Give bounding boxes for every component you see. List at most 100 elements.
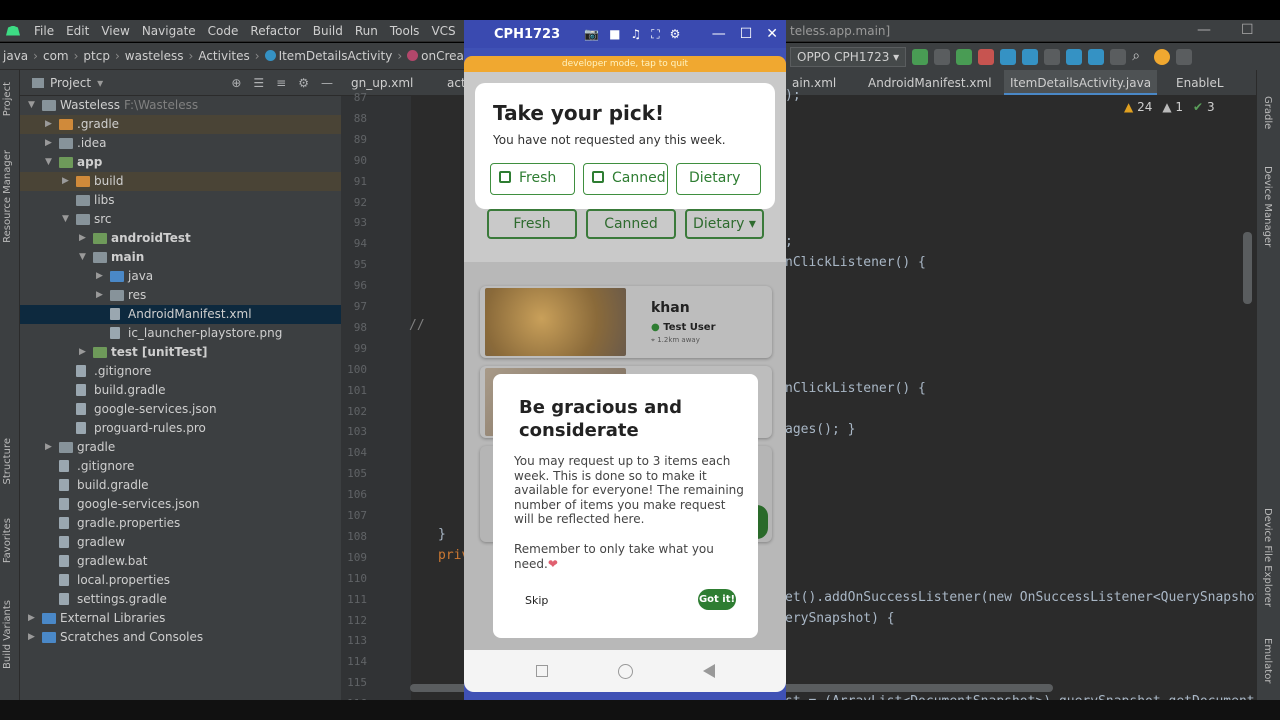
phone-close-icon[interactable]: ✕ bbox=[766, 26, 778, 42]
update-icon[interactable] bbox=[1154, 48, 1171, 65]
tool-window-build-variants[interactable]: Build Variants bbox=[2, 600, 13, 669]
back-icon[interactable] bbox=[702, 664, 715, 678]
editor-tab[interactable]: ItemDetailsActivity.java bbox=[1004, 70, 1158, 95]
tree-item[interactable]: ▶ External Libraries bbox=[20, 609, 341, 628]
chevron-right-icon[interactable]: ▶ bbox=[62, 172, 72, 191]
tree-item[interactable]: ▶ gradle bbox=[20, 438, 341, 457]
account-icon[interactable] bbox=[1176, 48, 1193, 65]
home-icon[interactable] bbox=[617, 663, 633, 679]
chevron-right-icon[interactable]: ▶ bbox=[96, 267, 106, 286]
debug-icon[interactable] bbox=[956, 48, 973, 65]
tree-item[interactable]: ▼ main bbox=[20, 248, 341, 267]
skip-button[interactable]: Skip bbox=[525, 594, 548, 607]
tree-item[interactable]: ▼ src bbox=[20, 210, 341, 229]
chevron-right-icon[interactable]: ▶ bbox=[45, 115, 55, 134]
tree-item[interactable]: ▶ Scratches and Consoles bbox=[20, 628, 341, 647]
tree-item[interactable]: ▶ build bbox=[20, 172, 341, 191]
tree-item[interactable]: ▶ java bbox=[20, 267, 341, 286]
chevron-right-icon[interactable]: ▶ bbox=[28, 609, 38, 628]
fresh-button[interactable]: Fresh bbox=[490, 163, 575, 195]
stop-icon[interactable] bbox=[1044, 48, 1061, 65]
device-selector[interactable]: OPPO CPH1723 ▾ bbox=[790, 46, 907, 67]
chevron-down-icon[interactable]: ▼ bbox=[79, 248, 89, 267]
tool-window-device-manager[interactable]: Device Manager bbox=[1262, 166, 1273, 247]
chevron-down-icon[interactable]: ▼ bbox=[28, 96, 38, 115]
tree-item[interactable]: ▼ Wasteless F:\Wasteless bbox=[20, 96, 341, 115]
phone-minimize-icon[interactable]: — bbox=[712, 26, 726, 42]
chevron-right-icon[interactable]: ▶ bbox=[79, 343, 89, 362]
tree-item[interactable]: gradle.properties bbox=[20, 514, 341, 533]
tool-window-gradle[interactable]: Gradle bbox=[1262, 96, 1273, 129]
tree-item[interactable]: ▶ androidTest bbox=[20, 229, 341, 248]
tree-item[interactable]: google-services.json bbox=[20, 400, 341, 419]
run-icon[interactable] bbox=[912, 48, 929, 65]
menu-item-build[interactable]: Build bbox=[307, 20, 349, 42]
vertical-scrollbar[interactable] bbox=[1243, 232, 1252, 304]
tree-item[interactable]: build.gradle bbox=[20, 476, 341, 495]
breadcrumb-item[interactable]: ptcp bbox=[80, 49, 113, 63]
chevron-down-icon[interactable]: ▼ bbox=[45, 153, 55, 172]
tree-item[interactable]: .gitignore bbox=[20, 362, 341, 381]
tree-item[interactable]: settings.gradle bbox=[20, 590, 341, 609]
tree-item[interactable]: AndroidManifest.xml bbox=[20, 305, 341, 324]
tool-window-structure[interactable]: Structure bbox=[2, 438, 13, 485]
menu-item-run[interactable]: Run bbox=[349, 20, 384, 42]
menu-item-refactor[interactable]: Refactor bbox=[244, 20, 306, 42]
bug-icon[interactable] bbox=[978, 48, 995, 65]
breadcrumb-item[interactable]: wasteless bbox=[122, 49, 187, 63]
fullscreen-icon[interactable]: ⛶ bbox=[651, 27, 659, 42]
breadcrumb-item[interactable]: com bbox=[40, 49, 72, 63]
attach-icon[interactable] bbox=[1022, 48, 1039, 65]
chevron-right-icon[interactable]: ▶ bbox=[45, 134, 55, 153]
tool-window-project[interactable]: Project bbox=[2, 82, 13, 116]
rerun-icon[interactable] bbox=[934, 48, 951, 65]
layout-inspector-icon[interactable] bbox=[1110, 48, 1127, 65]
profiler-icon[interactable] bbox=[1000, 48, 1017, 65]
tree-item[interactable]: ▶ .idea bbox=[20, 134, 341, 153]
editor-tab[interactable]: AndroidManifest.xml bbox=[862, 70, 998, 95]
settings-icon[interactable]: ⚙ bbox=[670, 27, 681, 42]
tree-item[interactable]: ▶ test [unitTest] bbox=[20, 343, 341, 362]
chevron-right-icon[interactable]: ▶ bbox=[45, 438, 55, 457]
hide-icon[interactable]: — bbox=[321, 76, 333, 90]
breadcrumb-item[interactable]: Activites bbox=[195, 49, 252, 63]
breadcrumb-item[interactable]: java bbox=[0, 49, 31, 63]
sdk-manager-icon[interactable] bbox=[1088, 48, 1105, 65]
tree-item[interactable]: ▶ .gradle bbox=[20, 115, 341, 134]
canned-button[interactable]: Canned bbox=[583, 163, 668, 195]
tree-item[interactable]: proguard-rules.pro bbox=[20, 419, 341, 438]
collapse-all-icon[interactable]: ≡ bbox=[276, 76, 286, 90]
avd-manager-icon[interactable] bbox=[1066, 48, 1083, 65]
editor-tab[interactable]: EnableL bbox=[1170, 70, 1230, 95]
chevron-down-icon[interactable]: ▼ bbox=[62, 210, 72, 229]
expand-all-icon[interactable]: ☰ bbox=[253, 76, 264, 90]
chevron-right-icon[interactable]: ▶ bbox=[28, 628, 38, 647]
menu-item-file[interactable]: File bbox=[28, 20, 60, 42]
chevron-down-icon[interactable]: ▾ bbox=[97, 76, 103, 90]
tree-item[interactable]: build.gradle bbox=[20, 381, 341, 400]
menu-item-tools[interactable]: Tools bbox=[384, 20, 426, 42]
locate-icon[interactable]: ⊕ bbox=[231, 76, 241, 90]
maximize-icon[interactable]: ☐ bbox=[1241, 22, 1254, 38]
tool-window-device-file-explorer[interactable]: Device File Explorer bbox=[1262, 508, 1273, 607]
tree-item[interactable]: local.properties bbox=[20, 571, 341, 590]
tree-item[interactable]: google-services.json bbox=[20, 495, 341, 514]
recents-icon[interactable] bbox=[535, 665, 548, 677]
tree-item[interactable]: ic_launcher-playstore.png bbox=[20, 324, 341, 343]
tree-item[interactable]: gradlew.bat bbox=[20, 552, 341, 571]
project-panel-title[interactable]: Project bbox=[50, 76, 91, 90]
listing-card[interactable]: khan ● Test User ⌖ 1.2km away bbox=[480, 286, 772, 358]
gear-icon[interactable]: ⚙ bbox=[298, 76, 309, 90]
menu-item-navigate[interactable]: Navigate bbox=[136, 20, 202, 42]
tree-item[interactable]: libs bbox=[20, 191, 341, 210]
search-icon[interactable]: ⌕ bbox=[1132, 49, 1148, 65]
menu-item-vcs[interactable]: VCS bbox=[425, 20, 461, 42]
phone-maximize-icon[interactable]: ☐ bbox=[740, 26, 753, 42]
tree-item[interactable]: gradlew bbox=[20, 533, 341, 552]
camera-icon[interactable]: 📷 bbox=[584, 27, 599, 42]
tree-item[interactable]: ▼ app bbox=[20, 153, 341, 172]
tool-window-resource-manager[interactable]: Resource Manager bbox=[2, 150, 13, 243]
breadcrumb-item[interactable]: ItemDetailsActivity bbox=[262, 49, 396, 63]
tool-window-emulator[interactable]: Emulator bbox=[1262, 638, 1273, 683]
chevron-right-icon[interactable]: ▶ bbox=[79, 229, 89, 248]
